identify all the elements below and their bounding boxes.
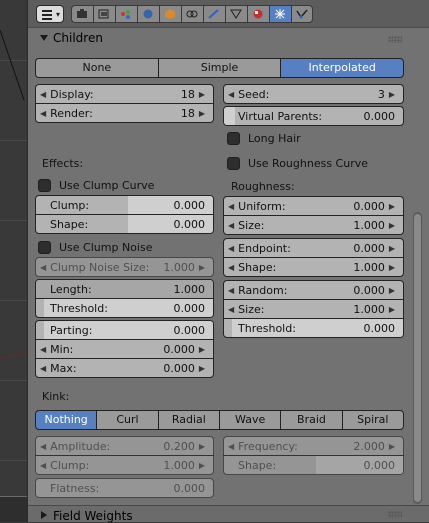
expand-triangle-icon[interactable]: [41, 511, 47, 519]
collapse-triangle-icon[interactable]: [40, 35, 48, 41]
decrement-arrow-icon[interactable]: ◀: [228, 221, 234, 230]
decrement-arrow-icon[interactable]: ◀: [228, 263, 234, 272]
data-icon[interactable]: [225, 5, 247, 23]
use-roughness-curve-checkbox[interactable]: Use Roughness Curve: [227, 155, 368, 171]
flatness-field[interactable]: Flatness: 0.000: [35, 478, 214, 498]
object-icon[interactable]: [159, 5, 181, 23]
decrement-arrow-icon[interactable]: ◀: [228, 442, 234, 451]
clump-slider[interactable]: Clump: 0.000: [35, 195, 214, 215]
kink-mode-wave[interactable]: Wave: [218, 410, 281, 430]
long-hair-checkbox[interactable]: Long Hair: [227, 130, 301, 146]
kink-mode-curl[interactable]: Curl: [96, 410, 158, 430]
decrement-arrow-icon[interactable]: ◀: [228, 202, 234, 211]
editor-type-icon: [42, 10, 52, 22]
threshold-slider[interactable]: Threshold: 0.000: [35, 298, 214, 318]
kink-shape-slider[interactable]: Shape: 0.000: [223, 455, 404, 475]
random-field[interactable]: ◀ Random: 0.000 ▶: [223, 280, 404, 300]
increment-arrow-icon[interactable]: ▶: [389, 286, 395, 295]
roughness-heading: Roughness:: [231, 180, 295, 193]
kink-mode-spiral[interactable]: Spiral: [341, 410, 404, 430]
children-mode-interpolated[interactable]: Interpolated: [280, 58, 405, 78]
decrement-arrow-icon[interactable]: ◀: [40, 263, 46, 272]
viewport-edge: [0, 0, 28, 522]
shape-slider[interactable]: Shape: 0.000: [35, 214, 214, 234]
children-mode-none[interactable]: None: [35, 58, 158, 78]
decrement-arrow-icon[interactable]: ◀: [228, 244, 234, 253]
clump-noise-size-field[interactable]: ◀ Clump Noise Size: 1.000 ▶: [35, 257, 214, 277]
display-field[interactable]: ◀ Display: 18 ▶: [35, 84, 214, 104]
field-weights-title[interactable]: Field Weights: [53, 509, 133, 523]
increment-arrow-icon[interactable]: ▶: [199, 461, 205, 470]
endpoint-field[interactable]: ◀ Endpoint: 0.000 ▶: [223, 238, 404, 258]
uniform-field[interactable]: ◀ Uniform: 0.000 ▶: [223, 196, 404, 216]
children-mode-selector: None Simple Interpolated: [35, 58, 405, 78]
world-icon[interactable]: [137, 5, 159, 23]
modifiers-icon[interactable]: [203, 5, 225, 23]
decrement-arrow-icon[interactable]: ◀: [228, 90, 234, 99]
increment-arrow-icon[interactable]: ▶: [199, 345, 205, 354]
decrement-arrow-icon[interactable]: ◀: [40, 109, 46, 118]
endpoint-shape-field[interactable]: ◀ Shape: 1.000 ▶: [223, 257, 404, 277]
roughness-threshold-slider[interactable]: Threshold: 0.000: [223, 318, 404, 338]
increment-arrow-icon[interactable]: ▶: [389, 202, 395, 211]
length-slider[interactable]: Length: 1.000: [35, 279, 214, 299]
properties-header: ▾: [28, 0, 429, 28]
particles-icon[interactable]: [269, 5, 291, 23]
random-size-field[interactable]: ◀ Size: 1.000 ▶: [223, 299, 404, 319]
chevron-down-icon: ▾: [55, 10, 60, 19]
parting-slider[interactable]: Parting: 0.000: [35, 320, 214, 340]
increment-arrow-icon[interactable]: ▶: [389, 244, 395, 253]
scene-icon[interactable]: [115, 5, 137, 23]
children-section-title[interactable]: Children: [53, 31, 103, 45]
min-field[interactable]: ◀ Min: 0.000 ▶: [35, 339, 214, 359]
viewport-footer: [0, 497, 28, 522]
physics-icon[interactable]: [291, 5, 313, 23]
increment-arrow-icon[interactable]: ▶: [389, 442, 395, 451]
increment-arrow-icon[interactable]: ▶: [389, 263, 395, 272]
decrement-arrow-icon[interactable]: ◀: [40, 345, 46, 354]
editor-type-button[interactable]: ▾: [36, 5, 64, 23]
seed-field[interactable]: ◀ Seed: 3 ▶: [223, 84, 404, 104]
kink-mode-braid[interactable]: Braid: [280, 410, 342, 430]
children-mode-simple[interactable]: Simple: [157, 58, 281, 78]
uniform-size-field[interactable]: ◀ Size: 1.000 ▶: [223, 215, 404, 235]
decrement-arrow-icon[interactable]: ◀: [228, 305, 234, 314]
material-icon[interactable]: [247, 5, 269, 23]
kink-clump-field[interactable]: ◀ Clump: 1.000 ▶: [35, 455, 214, 475]
viewport-lines: [0, 29, 28, 498]
render-field[interactable]: ◀ Render: 18 ▶: [35, 103, 214, 123]
use-clump-noise-checkbox[interactable]: Use Clump Noise: [38, 239, 152, 255]
increment-arrow-icon[interactable]: ▶: [199, 442, 205, 451]
render-icon[interactable]: [71, 5, 93, 23]
kink-mode-radial[interactable]: Radial: [157, 410, 219, 430]
decrement-arrow-icon[interactable]: ◀: [40, 364, 46, 373]
kink-mode-selector: Nothing Curl Radial Wave Braid Spiral: [35, 410, 404, 430]
decrement-arrow-icon[interactable]: ◀: [40, 90, 46, 99]
increment-arrow-icon[interactable]: ▶: [389, 221, 395, 230]
frequency-field[interactable]: ◀ Frequency: 2.000 ▶: [223, 436, 404, 456]
increment-arrow-icon[interactable]: ▶: [199, 109, 205, 118]
amplitude-field[interactable]: ◀ Amplitude: 0.200 ▶: [35, 436, 214, 456]
increment-arrow-icon[interactable]: ▶: [389, 90, 395, 99]
kink-heading: Kink:: [42, 390, 70, 403]
decrement-arrow-icon[interactable]: ◀: [228, 286, 234, 295]
decrement-arrow-icon[interactable]: ◀: [40, 461, 46, 470]
drag-grip-icon[interactable]: [388, 36, 402, 43]
increment-arrow-icon[interactable]: ▶: [389, 305, 395, 314]
use-clump-curve-checkbox[interactable]: Use Clump Curve: [38, 177, 154, 193]
drag-grip-icon[interactable]: [388, 511, 402, 518]
virtual-parents-slider[interactable]: Virtual Parents: 0.000: [223, 106, 404, 126]
effects-heading: Effects:: [42, 157, 84, 170]
max-field[interactable]: ◀ Max: 0.000 ▶: [35, 358, 214, 378]
increment-arrow-icon[interactable]: ▶: [199, 263, 205, 272]
increment-arrow-icon[interactable]: ▶: [199, 90, 205, 99]
render-layers-icon[interactable]: [93, 5, 115, 23]
context-tabs: [71, 5, 313, 23]
decrement-arrow-icon[interactable]: ◀: [40, 442, 46, 451]
panel-scrollbar[interactable]: [413, 212, 422, 504]
constraints-icon[interactable]: [181, 5, 203, 23]
increment-arrow-icon[interactable]: ▶: [199, 364, 205, 373]
kink-mode-nothing[interactable]: Nothing: [35, 410, 97, 430]
